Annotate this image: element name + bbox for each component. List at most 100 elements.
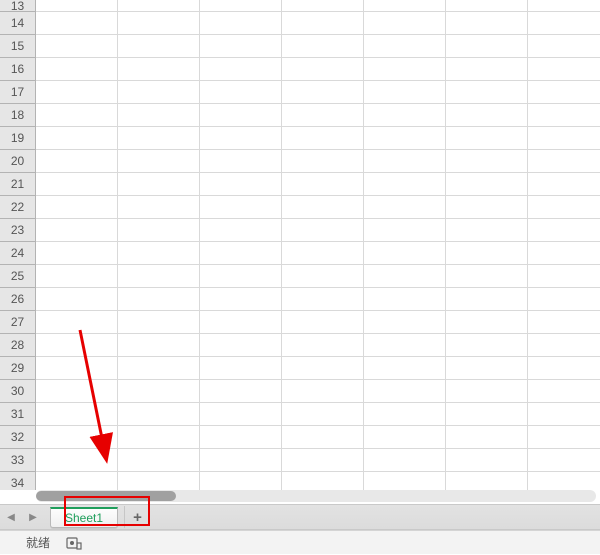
cell[interactable] [118, 449, 200, 472]
cell[interactable] [118, 357, 200, 380]
cell[interactable] [528, 12, 600, 35]
cell[interactable] [200, 219, 282, 242]
cell[interactable] [446, 219, 528, 242]
cell[interactable] [36, 127, 118, 150]
cell[interactable] [118, 472, 200, 490]
row-header[interactable]: 29 [0, 357, 36, 380]
cell[interactable] [364, 196, 446, 219]
cell[interactable] [528, 334, 600, 357]
row-header[interactable]: 18 [0, 104, 36, 127]
cell[interactable] [528, 104, 600, 127]
cell[interactable] [528, 0, 600, 12]
sheet-tab-sheet1[interactable]: Sheet1 [50, 507, 118, 528]
cell[interactable] [282, 311, 364, 334]
cell[interactable] [36, 265, 118, 288]
cell[interactable] [200, 380, 282, 403]
cell[interactable] [200, 196, 282, 219]
cell[interactable] [446, 58, 528, 81]
cell[interactable] [446, 472, 528, 490]
cell[interactable] [528, 196, 600, 219]
next-sheet-button[interactable]: ▶ [22, 506, 44, 528]
cell[interactable] [364, 426, 446, 449]
cell[interactable] [200, 81, 282, 104]
cell[interactable] [282, 81, 364, 104]
cell[interactable] [528, 311, 600, 334]
cell[interactable] [36, 288, 118, 311]
cell[interactable] [36, 311, 118, 334]
cell[interactable] [118, 12, 200, 35]
cell[interactable] [36, 472, 118, 490]
cell[interactable] [36, 58, 118, 81]
cell[interactable] [528, 426, 600, 449]
cell[interactable] [528, 35, 600, 58]
row-header[interactable]: 31 [0, 403, 36, 426]
row-header[interactable]: 27 [0, 311, 36, 334]
cell[interactable] [364, 81, 446, 104]
row-header[interactable]: 15 [0, 35, 36, 58]
cell[interactable] [282, 265, 364, 288]
cell[interactable] [528, 403, 600, 426]
cell[interactable] [200, 58, 282, 81]
cell[interactable] [528, 449, 600, 472]
cell[interactable] [446, 127, 528, 150]
cell[interactable] [36, 426, 118, 449]
row-header[interactable]: 22 [0, 196, 36, 219]
cell[interactable] [446, 150, 528, 173]
cell[interactable] [446, 173, 528, 196]
cell[interactable] [528, 265, 600, 288]
cell[interactable] [282, 35, 364, 58]
cell[interactable] [282, 426, 364, 449]
row-header[interactable]: 14 [0, 12, 36, 35]
cell[interactable] [118, 334, 200, 357]
row-header[interactable]: 21 [0, 173, 36, 196]
cell[interactable] [446, 311, 528, 334]
row-header[interactable]: 25 [0, 265, 36, 288]
cell[interactable] [118, 196, 200, 219]
cell[interactable] [446, 196, 528, 219]
cell[interactable] [282, 357, 364, 380]
row-header[interactable]: 23 [0, 219, 36, 242]
macro-record-icon[interactable] [66, 536, 82, 550]
cell[interactable] [282, 403, 364, 426]
cell[interactable] [200, 173, 282, 196]
row-header[interactable]: 30 [0, 380, 36, 403]
cell[interactable] [118, 265, 200, 288]
cell[interactable] [118, 219, 200, 242]
cell[interactable] [528, 81, 600, 104]
cell[interactable] [446, 242, 528, 265]
cell[interactable] [364, 127, 446, 150]
cell[interactable] [118, 58, 200, 81]
cell[interactable] [364, 104, 446, 127]
cell[interactable] [200, 242, 282, 265]
cell[interactable] [364, 219, 446, 242]
cell[interactable] [282, 196, 364, 219]
cell[interactable] [364, 0, 446, 12]
cell[interactable] [36, 12, 118, 35]
row-header[interactable]: 28 [0, 334, 36, 357]
cell[interactable] [282, 58, 364, 81]
cell[interactable] [36, 0, 118, 12]
cell[interactable] [364, 288, 446, 311]
horizontal-scrollbar-thumb[interactable] [36, 491, 176, 501]
cell[interactable] [364, 12, 446, 35]
cell[interactable] [200, 0, 282, 12]
cell[interactable] [528, 472, 600, 490]
cell[interactable] [528, 357, 600, 380]
cell[interactable] [36, 357, 118, 380]
cell[interactable] [446, 81, 528, 104]
cell[interactable] [282, 449, 364, 472]
cell[interactable] [364, 265, 446, 288]
cell[interactable] [446, 334, 528, 357]
cell[interactable] [282, 334, 364, 357]
cell[interactable] [528, 58, 600, 81]
cell[interactable] [446, 288, 528, 311]
row-header[interactable]: 34 [0, 472, 36, 490]
cell[interactable] [36, 196, 118, 219]
cell[interactable] [200, 334, 282, 357]
cell[interactable] [282, 380, 364, 403]
cell[interactable] [200, 127, 282, 150]
cell[interactable] [364, 357, 446, 380]
cell[interactable] [446, 12, 528, 35]
cell[interactable] [446, 0, 528, 12]
cell[interactable] [200, 311, 282, 334]
